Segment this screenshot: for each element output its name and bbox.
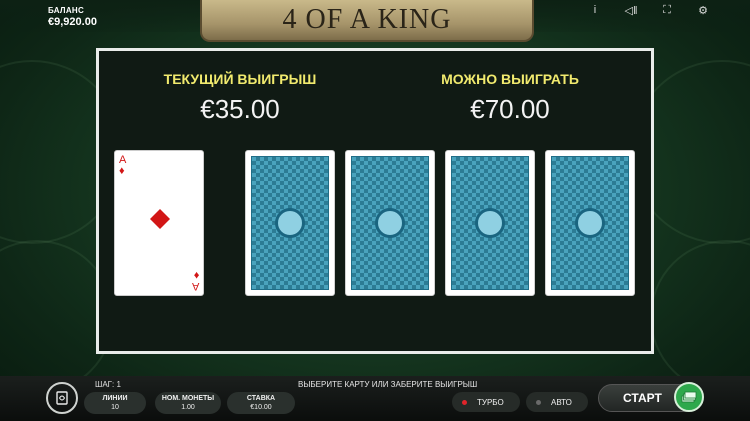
turbo-toggle[interactable]: ТУРБО [452,392,520,412]
card-back-pattern [251,156,329,290]
top-icons: i ◁‖ ⛶ ⚙ [588,4,710,17]
status-message: ВЫБЕРИТЕ КАРТУ ИЛИ ЗАБЕРИТЕ ВЫИГРЫШ [298,380,478,389]
card-back-pattern [451,156,529,290]
coin-value: 1.00 [181,404,195,411]
bet-value: €10.00 [250,404,272,411]
lines-control[interactable]: ЛИНИИ 10 [84,392,146,414]
balance-value: €9,920.00 [48,16,97,28]
dealer-card-rank-top: A ♦ [119,154,127,177]
bet-label: СТАВКА [246,395,276,402]
dealer-card: A ♦ A ♦ [114,150,204,296]
choice-card-4[interactable] [545,150,635,296]
diamond-suit-icon [150,209,170,229]
auto-toggle[interactable]: АВТО [526,392,588,412]
auto-label: АВТО [551,397,572,407]
lines-label: ЛИНИИ [102,395,128,402]
bet-control[interactable]: СТАВКА €10.00 [227,392,295,414]
start-label: СТАРТ [623,391,662,405]
coin-value-control[interactable]: НОМ. МОНЕТЫ 1.00 [155,392,221,414]
choice-card-3[interactable] [445,150,535,296]
turbo-indicator-dot [462,399,467,405]
turbo-label: ТУРБО [477,397,504,407]
collect-button[interactable] [674,382,704,412]
choice-card-2[interactable] [345,150,435,296]
possible-win-value: €70.00 [470,94,550,124]
current-win-label: ТЕКУЩИЙ ВЫИГРЫШ [163,71,317,87]
balance-label: БАЛАНС [48,6,85,15]
card-back-pattern [551,156,629,290]
dealer-card-rank-bottom: A ♦ [191,269,199,292]
money-stack-icon [681,391,697,403]
coin-value-label: НОМ. МОНЕТЫ [161,395,215,402]
step-indicator: ШАГ: 1 [95,380,121,389]
card-back-emblem-icon [375,208,405,238]
paytable-button[interactable] [46,382,78,414]
card-back-emblem-icon [575,208,605,238]
lines-value: 10 [111,404,119,411]
fullscreen-icon[interactable]: ⛶ [660,4,674,17]
sound-icon[interactable]: ◁‖ [624,4,638,17]
card-back-pattern [351,156,429,290]
current-win-value: €35.00 [200,94,280,124]
choice-card-1[interactable] [245,150,335,296]
game-title: 4 OF A KING [282,4,452,35]
auto-indicator-dot [536,399,541,405]
background-ornament [650,240,750,394]
game-screen: БАЛАНС €9,920.00 4 OF A KING i ◁‖ ⛶ ⚙ ТЕ… [0,0,750,421]
card-back-emblem-icon [275,208,305,238]
paytable-icon [56,391,68,405]
settings-icon[interactable]: ⚙ [696,4,710,17]
card-back-emblem-icon [475,208,505,238]
game-title-plaque: 4 OF A KING [200,0,534,42]
possible-win-label: МОЖНО ВЫИГРАТЬ [441,71,579,87]
info-icon[interactable]: i [588,4,602,17]
